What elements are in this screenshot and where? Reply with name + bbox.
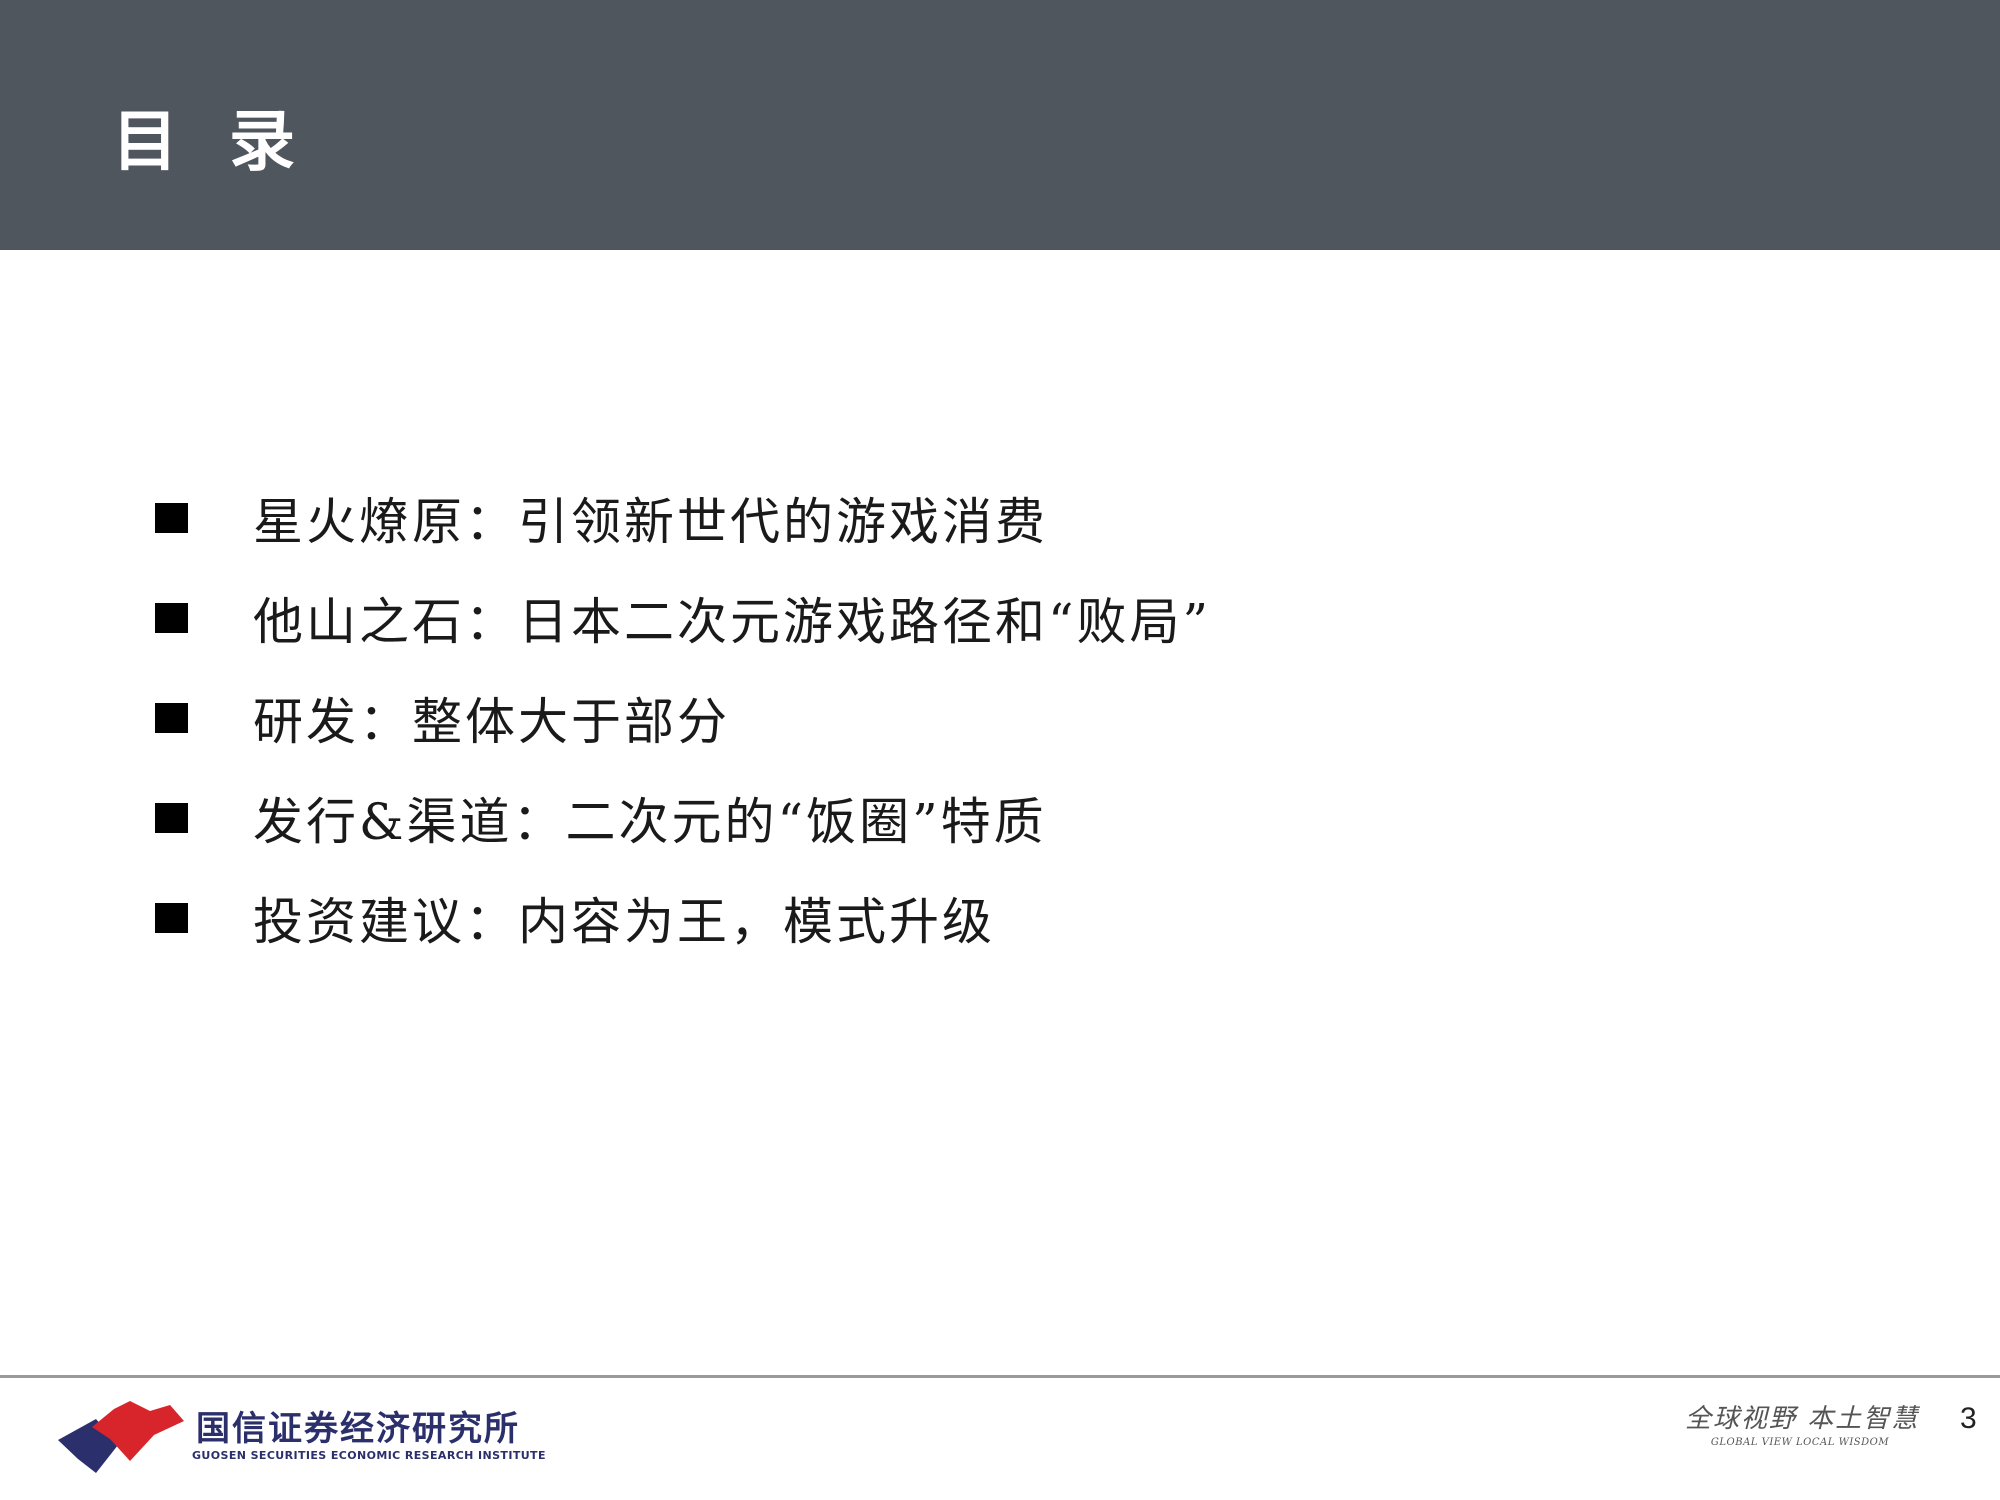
toc-item: 他山之石：日本二次元游戏路径和“败局”	[155, 568, 1755, 668]
square-bullet-icon	[155, 703, 188, 733]
company-logo: 国信证券经济研究所 GUOSEN SECURITIES ECONOMIC RES…	[58, 1395, 598, 1475]
logo-chinese-name: 国信证券经济研究所	[196, 1409, 520, 1449]
slogan: 全球视野 本土智慧 GLOBAL VIEW LOCAL WISDOM	[1685, 1398, 1920, 1448]
page-number: 3	[1960, 1402, 1977, 1435]
logo-english-name: GUOSEN SECURITIES ECONOMIC RESEARCH INST…	[192, 1449, 546, 1462]
square-bullet-icon	[155, 803, 188, 833]
toc-item-label: 他山之石：日本二次元游戏路径和“败局”	[253, 593, 1212, 651]
toc-item: 发行&渠道：二次元的“饭圈”特质	[155, 768, 1755, 868]
footer-divider	[0, 1375, 2000, 1378]
table-of-contents: 星火燎原：引领新世代的游戏消费 他山之石：日本二次元游戏路径和“败局” 研发：整…	[155, 468, 1755, 968]
slogan-chinese: 全球视野 本土智慧	[1685, 1404, 1920, 1434]
toc-item: 研发：整体大于部分	[155, 668, 1755, 768]
toc-item-label: 发行&渠道：二次元的“饭圈”特质	[253, 793, 1047, 851]
header-bar: 目 录	[0, 0, 2000, 250]
square-bullet-icon	[155, 503, 188, 533]
toc-item-label: 星火燎原：引领新世代的游戏消费	[253, 493, 1048, 551]
square-bullet-icon	[155, 603, 188, 633]
slogan-english: GLOBAL VIEW LOCAL WISDOM	[1710, 1437, 1890, 1448]
square-bullet-icon	[155, 903, 188, 933]
toc-item-label: 投资建议：内容为王，模式升级	[253, 893, 995, 951]
page-title: 目 录	[112, 103, 309, 180]
toc-item: 星火燎原：引领新世代的游戏消费	[155, 468, 1755, 568]
toc-item-label: 研发：整体大于部分	[253, 693, 730, 751]
toc-item: 投资建议：内容为王，模式升级	[155, 868, 1755, 968]
logo-mark-icon	[58, 1401, 184, 1473]
